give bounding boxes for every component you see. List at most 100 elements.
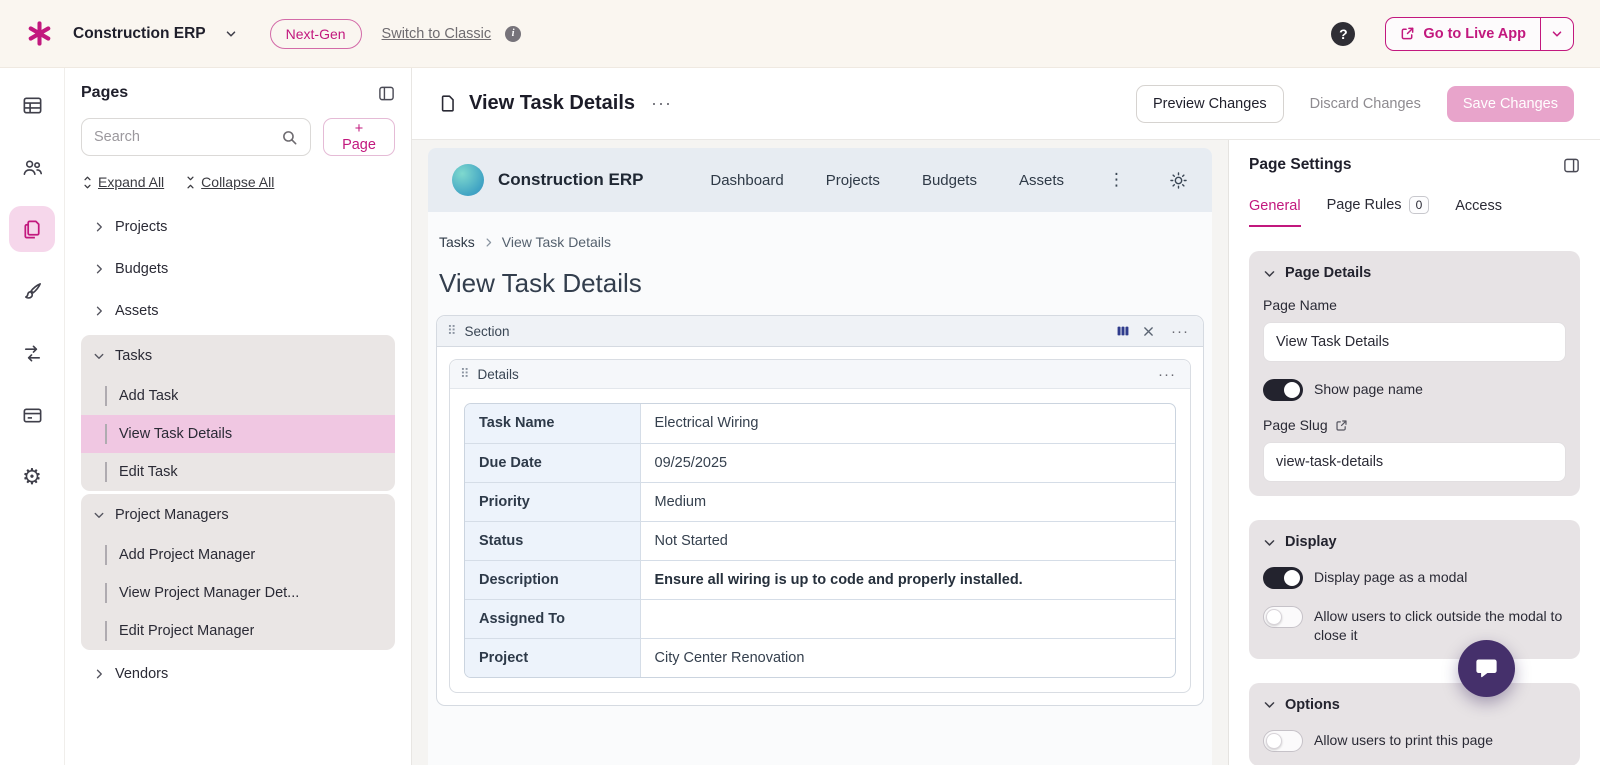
page-file-icon [438, 94, 457, 113]
sidebar-item-vendors[interactable]: Vendors [81, 653, 395, 695]
collapse-panel-icon[interactable] [378, 85, 395, 102]
left-icon-rail: ⚙ [0, 68, 65, 765]
save-changes-button[interactable]: Save Changes [1447, 86, 1574, 122]
drag-handle-icon[interactable]: ⠿ [460, 366, 470, 382]
details-header: ⠿ Details ··· [450, 360, 1190, 389]
page-search-input[interactable] [94, 129, 281, 145]
pages-panel-title: Pages [81, 84, 128, 102]
details-block: ⠿ Details ··· [449, 359, 1191, 693]
page-name-input[interactable] [1263, 322, 1566, 362]
details-more-icon[interactable]: ··· [1154, 366, 1180, 383]
go-to-live-app-button[interactable]: Go to Live App [1386, 18, 1540, 50]
click-outside-modal-toggle[interactable] [1263, 606, 1303, 628]
table-icon [21, 94, 44, 117]
display-as-modal-label: Display page as a modal [1314, 566, 1467, 587]
sidebar-item-projects[interactable]: Projects [81, 206, 395, 248]
sidebar-item-assets[interactable]: Assets [81, 290, 395, 332]
click-outside-modal-label: Allow users to click outside the modal t… [1314, 605, 1566, 645]
app-switcher-chevron-icon[interactable] [220, 23, 242, 45]
sidebar-item-view-task-details[interactable]: View Task Details [81, 415, 395, 453]
preview-page-heading: View Task Details [439, 268, 1204, 299]
rail-records-button[interactable] [9, 392, 55, 438]
rail-settings-button[interactable]: ⚙ [9, 454, 55, 500]
slug-external-link-icon[interactable] [1335, 419, 1348, 432]
preview-nav-budgets[interactable]: Budgets [922, 172, 977, 189]
expand-all-link[interactable]: Expand All [81, 174, 164, 190]
next-gen-badge[interactable]: Next-Gen [270, 19, 362, 49]
close-section-icon[interactable] [1142, 325, 1155, 338]
pages-tree: Projects Budgets Assets Tasks Add Task [81, 206, 395, 695]
discard-changes-button[interactable]: Discard Changes [1296, 86, 1435, 122]
preview-app-logo [452, 164, 484, 196]
columns-layout-icon[interactable] [1116, 324, 1130, 338]
sidebar-item-add-project-manager[interactable]: Add Project Manager [81, 536, 395, 574]
tree-tick [105, 462, 107, 482]
sidebar-item-tasks[interactable]: Tasks [81, 335, 395, 377]
sidebar-item-edit-task[interactable]: Edit Task [81, 453, 395, 491]
table-row: Priority Medium [465, 482, 1175, 521]
rail-flows-button[interactable] [9, 330, 55, 376]
field-value: Medium [640, 482, 1175, 521]
preview-nav-dashboard[interactable]: Dashboard [710, 172, 783, 189]
rail-users-button[interactable] [9, 144, 55, 190]
add-page-button[interactable]: + Page [323, 118, 395, 156]
page-search-box [81, 118, 311, 156]
display-card-header[interactable]: Display [1263, 534, 1566, 550]
pages-icon [21, 218, 44, 241]
preview-nav-more-icon[interactable]: ⋮ [1106, 170, 1127, 190]
drag-handle-icon[interactable]: ⠿ [447, 323, 457, 339]
tree-tick [105, 386, 107, 406]
tree-group-project-managers: Project Managers Add Project Manager Vie… [81, 494, 395, 650]
preview-nav-assets[interactable]: Assets [1019, 172, 1064, 189]
field-label: Project [465, 638, 640, 677]
breadcrumb-tasks[interactable]: Tasks [439, 234, 475, 250]
rail-design-button[interactable] [9, 268, 55, 314]
field-value [640, 599, 1175, 638]
print-page-label: Allow users to print this page [1314, 729, 1493, 750]
live-app-dropdown-chevron-icon[interactable] [1540, 18, 1573, 50]
page-more-menu[interactable]: ··· [647, 93, 676, 114]
table-row: Description Ensure all wiring is up to c… [465, 560, 1175, 599]
table-row: Project City Center Renovation [465, 638, 1175, 677]
chat-fab[interactable] [1458, 640, 1515, 697]
theme-sun-icon[interactable] [1169, 171, 1188, 190]
switch-to-classic-link[interactable]: Switch to Classic [382, 26, 492, 42]
display-as-modal-toggle[interactable] [1263, 567, 1303, 589]
field-value: City Center Renovation [640, 638, 1175, 677]
sidebar-item-add-task[interactable]: Add Task [81, 377, 395, 415]
external-link-icon [1400, 26, 1415, 41]
field-value: 09/25/2025 [640, 443, 1175, 482]
breadcrumb: Tasks View Task Details [436, 234, 1204, 250]
go-to-live-app-split-button: Go to Live App [1385, 17, 1574, 51]
rail-pages-button[interactable] [9, 206, 55, 252]
info-icon[interactable]: i [505, 26, 521, 42]
show-page-name-toggle[interactable] [1263, 379, 1303, 401]
options-card-header[interactable]: Options [1263, 697, 1566, 713]
table-row: Assigned To [465, 599, 1175, 638]
preview-changes-button[interactable]: Preview Changes [1136, 85, 1284, 123]
sidebar-item-budgets[interactable]: Budgets [81, 248, 395, 290]
page-slug-label: Page Slug [1263, 417, 1566, 433]
sidebar-item-view-project-manager-details[interactable]: View Project Manager Det... [81, 574, 395, 612]
section-more-icon[interactable]: ··· [1167, 323, 1193, 340]
help-button[interactable]: ? [1331, 22, 1355, 46]
tab-access[interactable]: Access [1455, 198, 1502, 227]
rail-tables-button[interactable] [9, 82, 55, 128]
paintbrush-icon [21, 280, 44, 303]
page-name-label: Page Name [1263, 297, 1566, 313]
top-bar: Construction ERP Next-Gen Switch to Clas… [0, 0, 1600, 68]
page-details-card-header[interactable]: Page Details [1263, 265, 1566, 281]
sidebar-item-edit-project-manager[interactable]: Edit Project Manager [81, 612, 395, 650]
table-row: Due Date 09/25/2025 [465, 443, 1175, 482]
app-name: Construction ERP [73, 25, 206, 43]
preview-nav-projects[interactable]: Projects [826, 172, 880, 189]
tab-general[interactable]: General [1249, 198, 1301, 227]
collapse-all-link[interactable]: Collapse All [184, 174, 274, 190]
page-title: View Task Details [469, 92, 635, 115]
collapse-settings-panel-icon[interactable] [1563, 157, 1580, 174]
print-page-toggle[interactable] [1263, 730, 1303, 752]
tab-page-rules[interactable]: Page Rules 0 [1327, 196, 1430, 227]
field-value: Electrical Wiring [640, 404, 1175, 443]
page-slug-input[interactable] [1263, 442, 1566, 482]
sidebar-item-project-managers[interactable]: Project Managers [81, 494, 395, 536]
